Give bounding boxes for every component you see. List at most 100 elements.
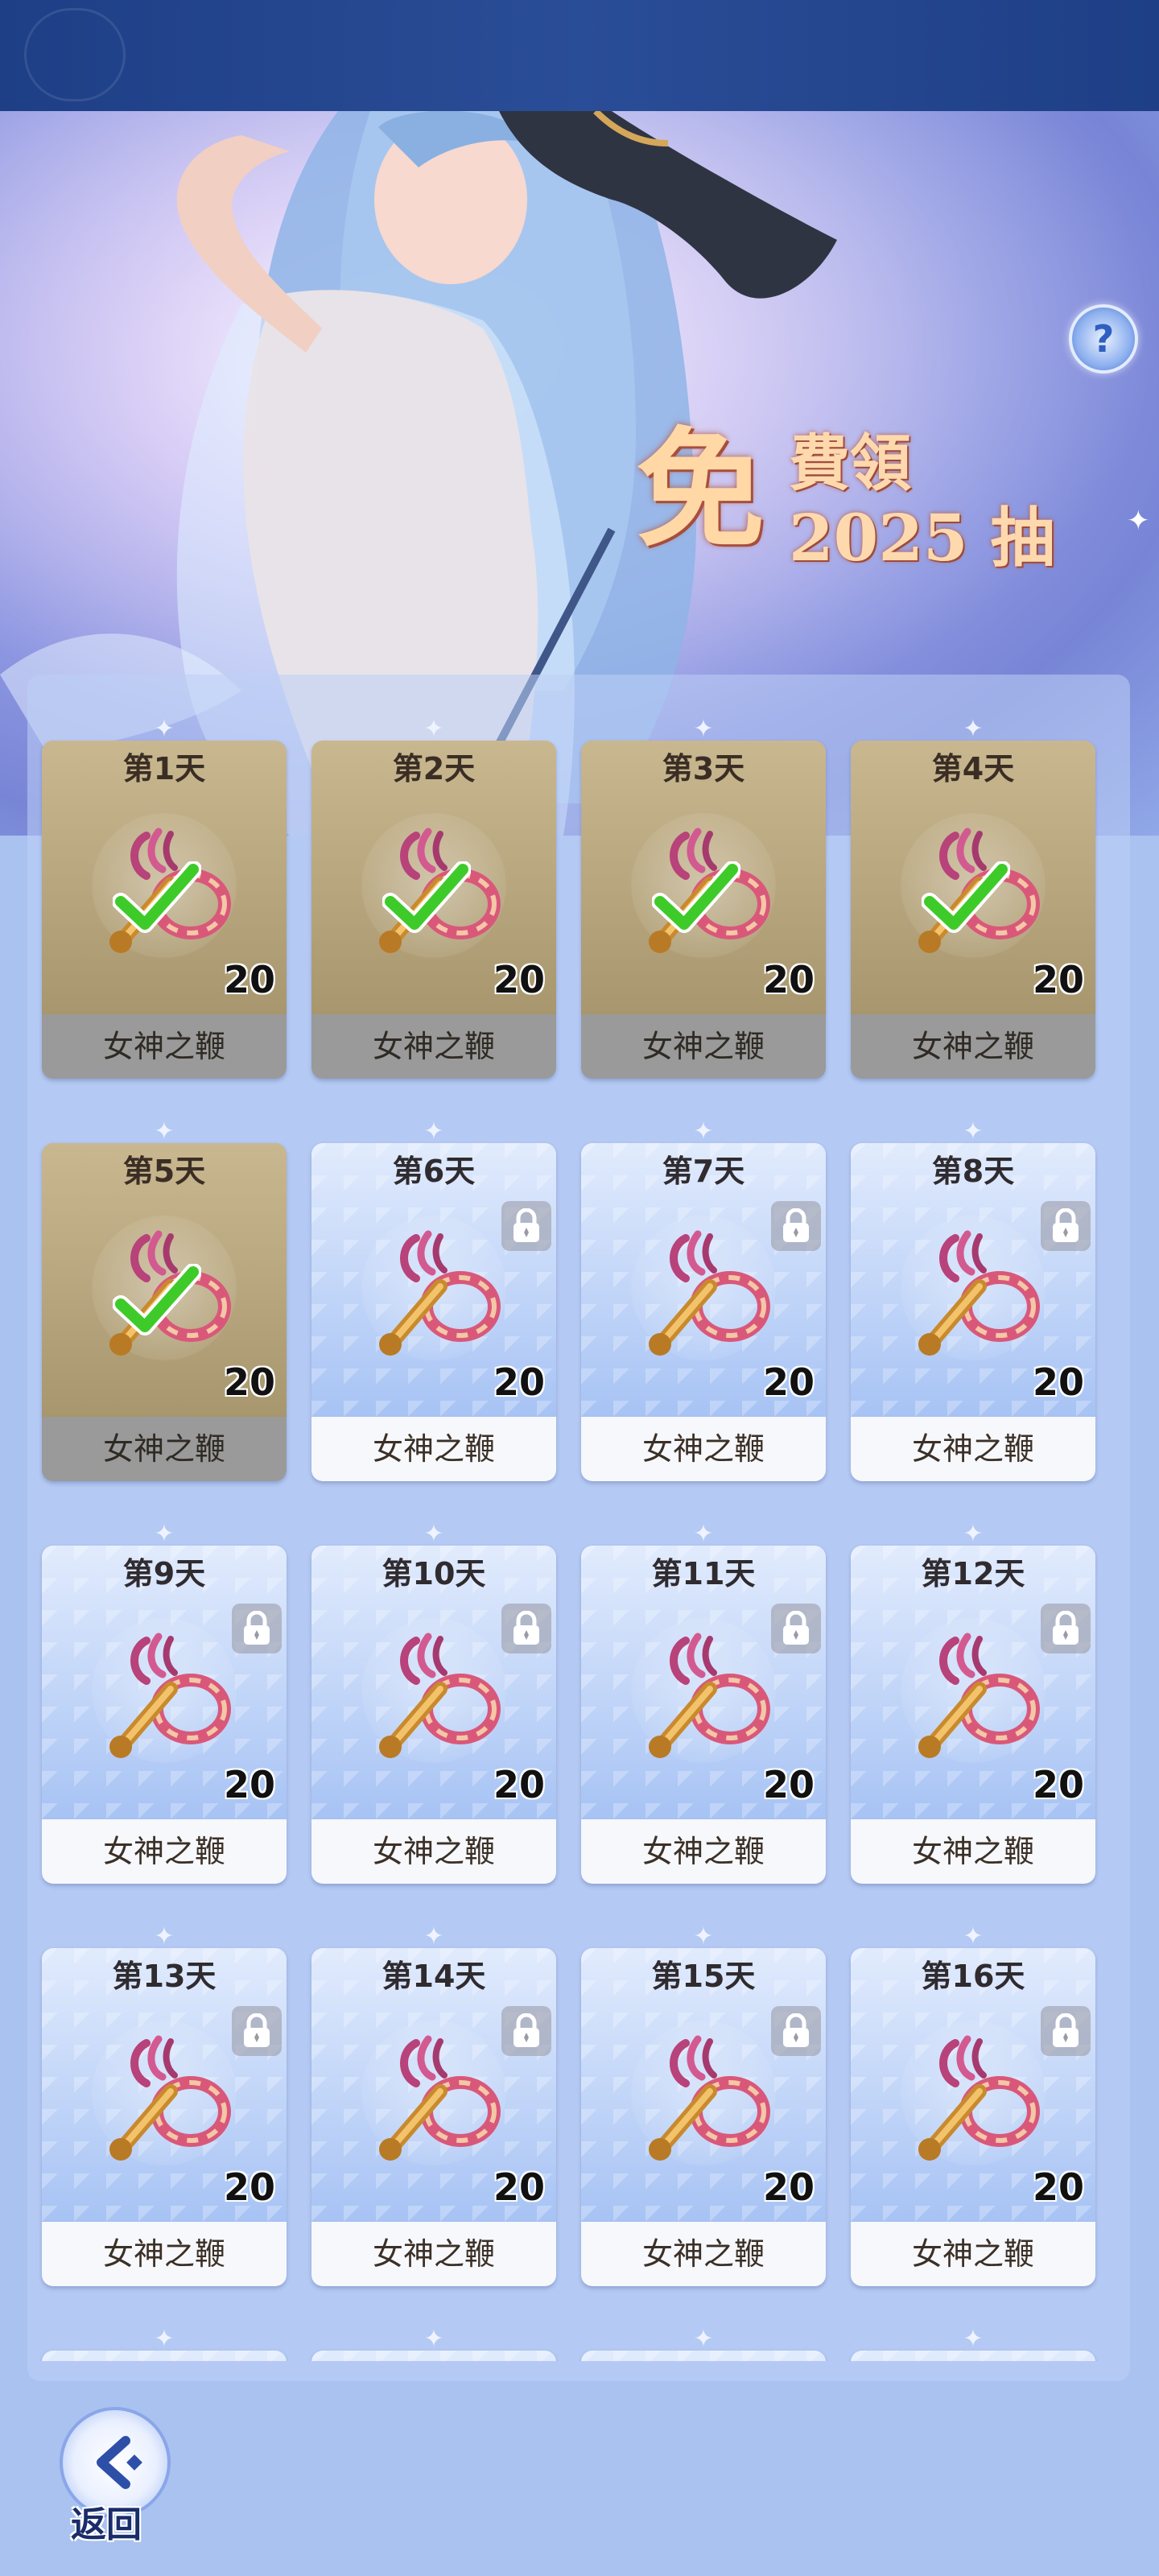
reward-card[interactable]: ✦ 第12天 20 女神之鞭 [851,1521,1095,1884]
item-name: 女神之鞭 [311,1014,556,1079]
rewards-grid[interactable]: ✦ 第1天 20 女神之鞭 ✦ 第2天 20 女神之鞭 ✦ 第3天 20 女神之… [39,675,1117,2361]
item-name: 女神之鞭 [581,1819,826,1884]
reward-card-body: 第14天 20 [311,1948,556,2222]
reward-card-body: 第3天 20 [581,741,826,1014]
lock-icon [1041,1201,1091,1251]
reward-card-body: 第2天 20 [311,741,556,1014]
reward-card[interactable]: ✦ 第8天 20 女神之鞭 [851,1119,1095,1481]
reward-card-body: 第16天 20 [851,1948,1095,2222]
reward-card-body: 第17天 20 [42,2351,287,2361]
star-icon: ✦ [693,2325,714,2353]
lock-icon [771,1604,821,1653]
whip-icon [379,2035,501,2161]
check-icon [922,861,1010,933]
reward-card-body: 第20天 20 [851,2351,1095,2361]
reward-card-body: 第4天 20 [851,741,1095,1014]
reward-card[interactable]: ✦ 第20天 20 女神之鞭 [851,2326,1095,2361]
star-icon: ✦ [693,1117,714,1146]
whip-icon [649,1633,770,1758]
reward-card-body: 第5天 20 [42,1143,287,1417]
day-label: 第11天 [651,1556,756,1591]
daily-rewards-panel: ✦ 第1天 20 女神之鞭 ✦ 第2天 20 女神之鞭 ✦ 第3天 20 女神之… [27,675,1130,2381]
day-label: 第4天 [931,751,1015,786]
star-icon: ✦ [693,715,714,743]
whip-icon [109,1633,231,1758]
reward-card[interactable]: ✦ 第11天 20 女神之鞭 [581,1521,826,1884]
lock-icon [771,2006,821,2056]
reward-card-body: 第10天 20 [311,1546,556,1819]
whip-icon [918,1633,1040,1758]
whip-icon [649,1230,770,1356]
star-icon: ✦ [423,715,444,743]
reward-card[interactable]: ✦ 第19天 20 女神之鞭 [581,2326,826,2361]
lock-icon [501,2006,551,2056]
reward-card[interactable]: ✦ 第1天 20 女神之鞭 [42,716,287,1079]
promo-title: 免 費領 2025 抽 [636,425,1087,602]
check-icon [113,861,201,933]
item-name: 女神之鞭 [851,1819,1095,1884]
star-icon: ✦ [963,2325,984,2353]
quantity-label: 20 [493,958,545,1001]
day-label: 第8天 [931,1154,1015,1189]
star-icon: ✦ [154,1520,175,1548]
quantity-label: 20 [223,1763,275,1806]
quantity-label: 20 [493,1360,545,1404]
reward-card[interactable]: ✦ 第2天 20 女神之鞭 [311,716,556,1079]
item-name: 女神之鞭 [42,1819,287,1884]
star-icon: ✦ [423,1922,444,1951]
reward-card[interactable]: ✦ 第5天 20 女神之鞭 [42,1119,287,1481]
item-name: 女神之鞭 [42,1417,287,1481]
check-icon [382,861,471,933]
day-label: 第16天 [921,1959,1025,1994]
day-label: 第14天 [382,1959,486,1994]
back-label: 返回 [71,2504,142,2545]
whip-icon [379,1230,501,1356]
reward-card-body: 第11天 20 [581,1546,826,1819]
reward-card[interactable]: ✦ 第9天 20 女神之鞭 [42,1521,287,1884]
quantity-label: 20 [223,2165,275,2209]
star-icon: ✦ [963,715,984,743]
quantity-label: 20 [762,2165,815,2209]
heart-arrow-icon [24,8,126,101]
back-button[interactable]: 返回 [55,2407,175,2552]
reward-card-body: 第18天 20 [311,2351,556,2361]
star-icon: ✦ [963,1117,984,1146]
reward-card[interactable]: ✦ 第15天 20 女神之鞭 [581,1924,826,2286]
day-label: 第18天 [311,2354,556,2361]
star-icon: ✦ [693,1922,714,1951]
reward-card[interactable]: ✦ 第17天 20 女神之鞭 [42,2326,287,2361]
help-button[interactable]: ? [1069,304,1138,374]
star-icon: ✦ [963,1922,984,1951]
lock-icon [501,1604,551,1653]
lock-icon [232,1604,282,1653]
star-icon: ✦ [423,1520,444,1548]
day-label: 第7天 [662,1154,745,1189]
item-name: 女神之鞭 [42,2222,287,2286]
reward-card[interactable]: ✦ 第6天 20 女神之鞭 [311,1119,556,1481]
promo-line-1: 費領 [789,427,911,499]
reward-card[interactable]: ✦ 第16天 20 女神之鞭 [851,1924,1095,2286]
reward-card[interactable]: ✦ 第10天 20 女神之鞭 [311,1521,556,1884]
reward-card[interactable]: ✦ 第4天 20 女神之鞭 [851,716,1095,1079]
reward-card[interactable]: ✦ 第13天 20 女神之鞭 [42,1924,287,2286]
promo-free-char: 免 [636,414,765,565]
reward-card[interactable]: ✦ 第18天 20 女神之鞭 [311,2326,556,2361]
day-label: 第13天 [112,1959,217,1994]
reward-card[interactable]: ✦ 第14天 20 女神之鞭 [311,1924,556,2286]
promo-line-2: 2025 抽 [789,500,1055,576]
lock-icon [1041,2006,1091,2056]
day-label: 第2天 [392,751,476,786]
help-icon: ? [1092,317,1115,361]
quantity-label: 20 [1032,2165,1084,2209]
day-label: 第17天 [42,2354,287,2361]
day-label: 第15天 [651,1959,756,1994]
item-name: 女神之鞭 [311,1819,556,1884]
reward-card[interactable]: ✦ 第3天 20 女神之鞭 [581,716,826,1079]
day-label: 第19天 [581,2354,826,2361]
reward-card-body: 第9天 20 [42,1546,287,1819]
reward-card[interactable]: ✦ 第7天 20 女神之鞭 [581,1119,826,1481]
item-name: 女神之鞭 [581,1417,826,1481]
quantity-label: 20 [493,2165,545,2209]
star-icon: ✦ [423,2325,444,2353]
reward-card-body: 第19天 20 [581,2351,826,2361]
